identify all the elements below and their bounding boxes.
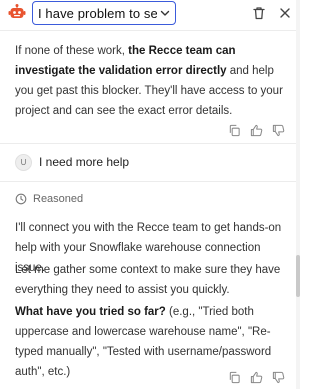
conversation-select[interactable]: I have problem to set... [32, 1, 176, 25]
thumbs-up-icon[interactable] [250, 371, 263, 384]
assistant-message-text: Let me gather some context to make sure … [15, 264, 281, 296]
reasoned-toggle[interactable]: Reasoned [15, 193, 83, 205]
message-actions [228, 371, 285, 385]
user-message-text: I need more help [39, 155, 130, 169]
thumbs-up-icon[interactable] [250, 124, 263, 137]
scrollbar-thumb[interactable] [296, 255, 300, 297]
conversation-title: I have problem to set... [38, 5, 157, 21]
assistant-message-text: If none of these work, the Recce team ca… [15, 41, 287, 121]
thumbs-down-icon[interactable] [272, 124, 285, 137]
scrollbar-track[interactable] [296, 0, 300, 389]
assistant-question-text: What have you tried so far? (e.g., "Trie… [15, 302, 287, 382]
reasoned-label: Reasoned [33, 193, 84, 205]
thumbs-down-icon[interactable] [272, 371, 285, 384]
chevron-down-icon [160, 10, 170, 16]
message-divider [0, 181, 296, 182]
avatar: U [15, 153, 32, 171]
question-bold-text: What have you tried so far? [15, 306, 166, 318]
message-text: If none of these work, [15, 45, 129, 57]
copy-icon[interactable] [228, 124, 241, 137]
copy-icon[interactable] [228, 371, 241, 384]
user-message: U I need more help [15, 150, 129, 174]
header-divider [0, 30, 296, 31]
chat-header: I have problem to set... [0, 0, 300, 30]
message-actions [228, 124, 285, 138]
message-divider [0, 143, 296, 144]
trash-icon[interactable] [251, 5, 267, 21]
close-icon[interactable] [277, 5, 293, 21]
robot-icon [8, 4, 26, 18]
clock-icon [15, 193, 27, 205]
